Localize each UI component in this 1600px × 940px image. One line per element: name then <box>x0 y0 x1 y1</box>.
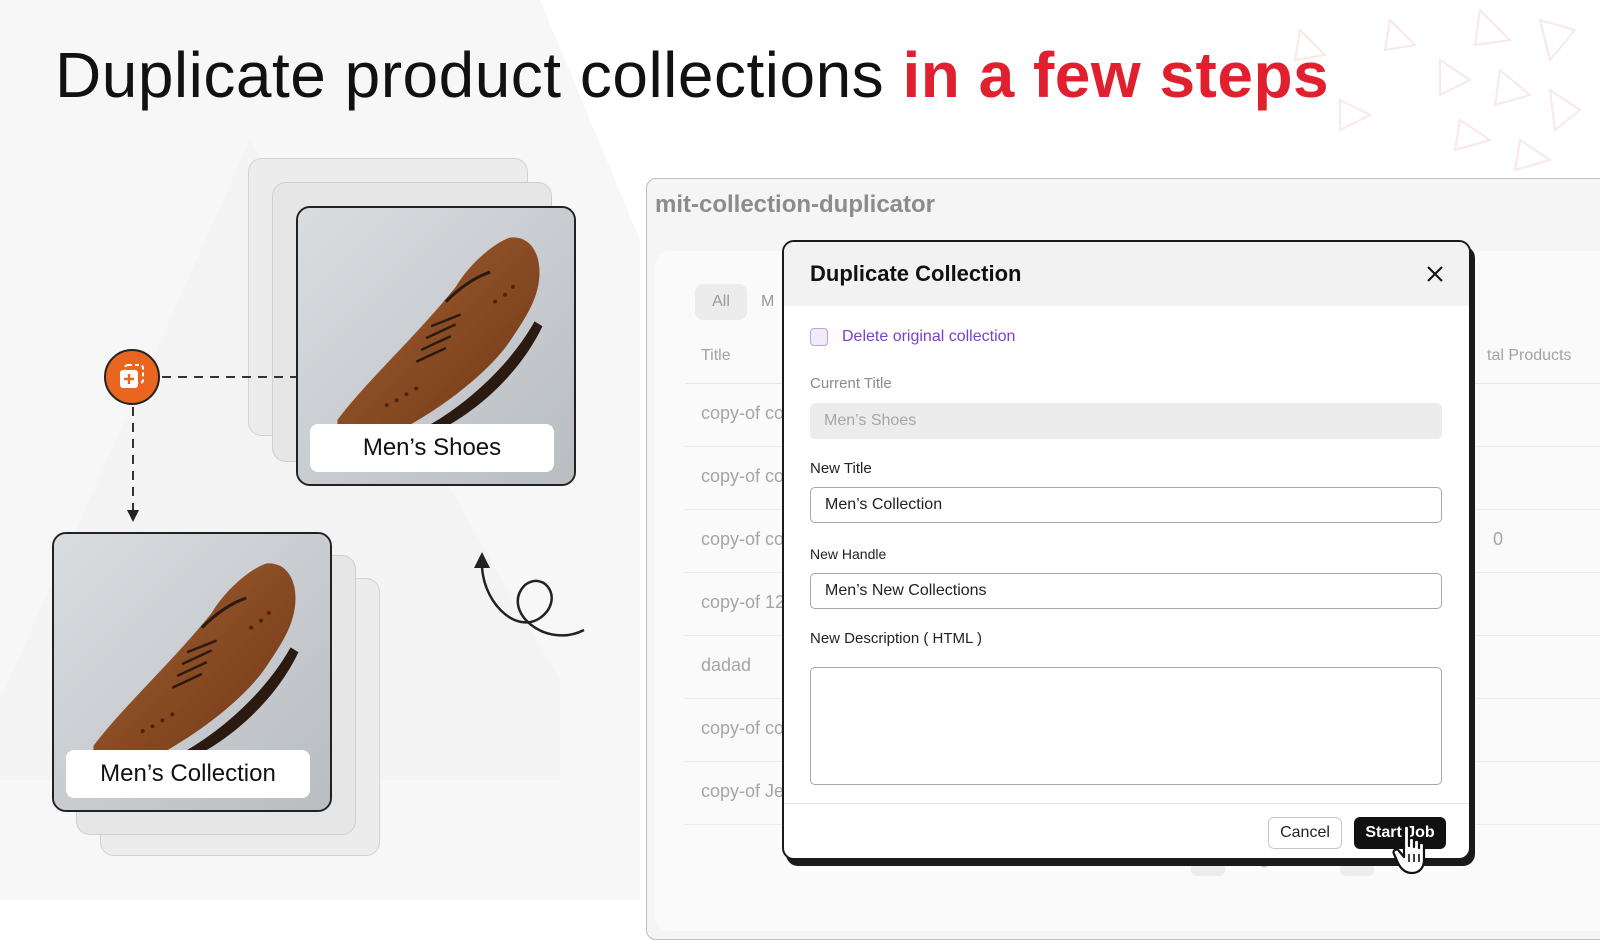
row-count: 0 <box>1493 529 1504 549</box>
new-description-field[interactable] <box>810 667 1442 785</box>
column-title: Title <box>701 347 731 364</box>
delete-original-option[interactable]: Delete original collection <box>810 328 1015 346</box>
close-icon[interactable] <box>1423 262 1447 286</box>
new-handle-field[interactable] <box>810 573 1442 609</box>
row-title: copy-of co <box>701 529 785 549</box>
new-description-label: New Description ( HTML ) <box>810 630 982 647</box>
modal-header: Duplicate Collection <box>784 242 1469 306</box>
source-card-label: Men’s Shoes <box>310 424 554 472</box>
row-title: copy-of 12 <box>701 592 786 612</box>
new-title-label: New Title <box>810 460 872 477</box>
row-title: copy-of co <box>701 718 785 738</box>
delete-original-label: Delete original collection <box>842 328 1016 345</box>
target-card-label: Men’s Collection <box>66 750 310 798</box>
modal-footer: Cancel Start Job <box>784 803 1469 858</box>
filter-tab-all[interactable]: All <box>695 284 747 320</box>
page-headline: Duplicate product collections in a few s… <box>55 38 1329 112</box>
row-title: dadad <box>701 655 752 675</box>
current-title-label: Current Title <box>810 375 892 392</box>
app-title: mit-collection-duplicator <box>655 191 936 218</box>
row-title: copy-of Je <box>701 781 785 801</box>
target-collection-card: Men’s Collection <box>52 532 332 812</box>
new-title-field[interactable] <box>810 487 1442 523</box>
hand-pointer-icon <box>1392 824 1426 875</box>
cancel-button[interactable]: Cancel <box>1268 817 1342 849</box>
row-title: copy-of co <box>701 403 785 423</box>
current-title-field <box>810 403 1442 439</box>
modal-title: Duplicate Collection <box>810 261 1022 286</box>
delete-original-checkbox[interactable] <box>810 328 828 346</box>
column-products: tal Products <box>1487 347 1572 364</box>
duplicate-icon <box>104 349 160 405</box>
new-handle-label: New Handle <box>810 546 887 562</box>
duplicate-collection-modal: Duplicate Collection Delete original col… <box>782 240 1471 860</box>
headline-accent: in a few steps <box>902 39 1330 111</box>
row-title: copy-of co <box>701 466 785 486</box>
headline-main: Duplicate product collections <box>55 39 903 111</box>
source-collection-card: Men’s Shoes <box>296 206 576 486</box>
